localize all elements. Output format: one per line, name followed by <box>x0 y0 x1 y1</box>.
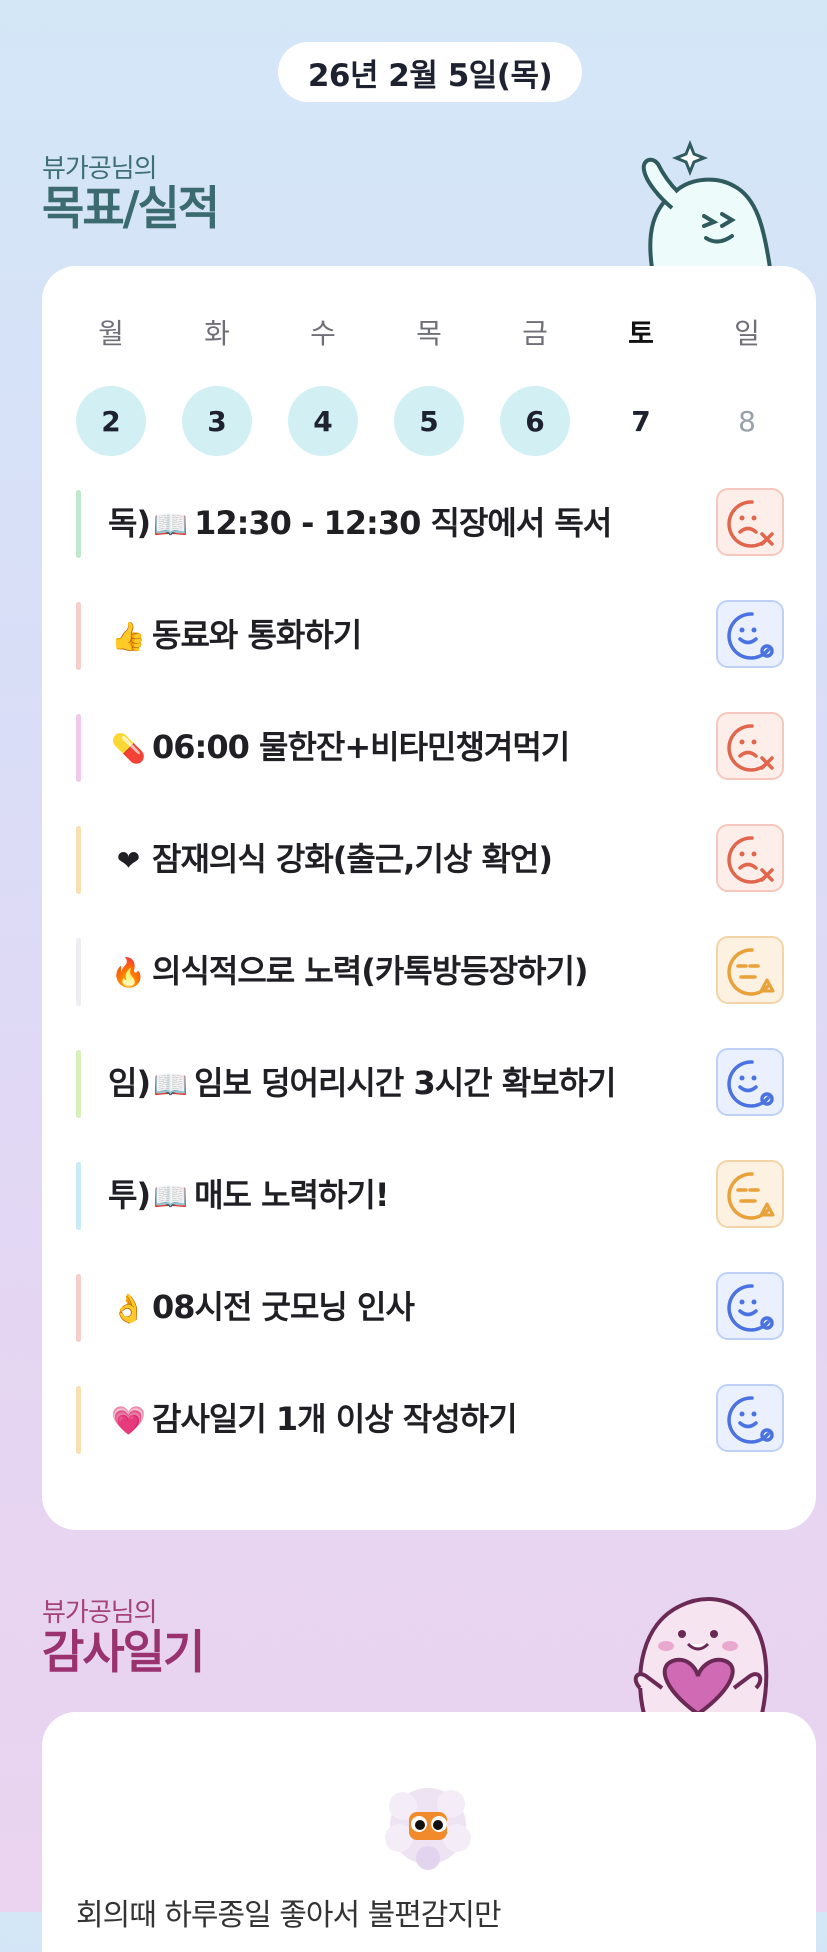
week-calendar: 월2화3수4목5금6토7일8 <box>76 312 818 456</box>
goal-color-bar <box>76 1162 81 1230</box>
goal-color-bar <box>76 1386 81 1454</box>
goal-category-prefix: 독) <box>108 504 151 542</box>
goal-emoji-icon: 👍 <box>111 620 146 653</box>
goal-text: 🔥 의식적으로 노력(카톡방등장하기) <box>108 934 588 1008</box>
ghost-mascot-icon <box>641 139 773 268</box>
heart-mascot-icon <box>633 1597 769 1714</box>
goal-label: 임보 덩어리시간 3시간 확보하기 <box>194 1064 616 1102</box>
goal-text: 👌 08시전 굿모닝 인사 <box>108 1270 415 1344</box>
goal-emoji-icon: ❤ <box>116 844 140 877</box>
goal-text: 투) 📖 매도 노력하기! <box>108 1158 389 1232</box>
goal-label: 12:30 - 12:30 직장에서 독서 <box>194 504 612 542</box>
goal-color-bar <box>76 1274 81 1342</box>
goal-item[interactable]: ❤ 잠재의식 강화(출근,기상 확언) <box>76 822 784 896</box>
goal-text: 💗 감사일기 1개 이상 작성하기 <box>108 1382 517 1456</box>
week-day-number: 3 <box>182 386 252 456</box>
week-day-name: 금 <box>522 317 548 350</box>
diary-card: 회의때 하루종일 좋아서 불편감지만 <box>42 1712 816 1952</box>
goal-color-bar <box>76 826 81 894</box>
goal-label: 감사일기 1개 이상 작성하기 <box>152 1400 518 1438</box>
goal-text: ❤ 잠재의식 강화(출근,기상 확언) <box>108 822 553 896</box>
week-day-number: 6 <box>500 386 570 456</box>
diary-section-title: 뷰가공님의 감사일기 <box>42 1592 205 1679</box>
goal-item[interactable]: 👍 동료와 통화하기 <box>76 598 784 672</box>
goal-category-prefix: 임) <box>108 1064 151 1102</box>
goal-label: 잠재의식 강화(출근,기상 확언) <box>152 840 553 878</box>
week-day-number: 7 <box>631 404 651 438</box>
week-day-number: 4 <box>288 386 358 456</box>
week-day-name: 수 <box>310 317 336 350</box>
week-day-number: 2 <box>76 386 146 456</box>
week-day-2[interactable]: 화3 <box>182 312 252 456</box>
smile-face-circle-icon[interactable] <box>716 1048 784 1116</box>
sad-face-x-icon[interactable] <box>716 824 784 892</box>
goals-title: 목표/실적 <box>42 181 220 235</box>
goal-label: 08시전 굿모닝 인사 <box>152 1288 415 1326</box>
sad-face-x-icon[interactable] <box>716 712 784 780</box>
goal-label: 동료와 통화하기 <box>152 616 362 654</box>
date-pill[interactable]: 26년 2월 5일(목) <box>278 42 582 102</box>
goal-color-bar <box>76 1050 81 1118</box>
goal-emoji-icon: 🔥 <box>111 956 146 989</box>
diary-title: 감사일기 <box>42 1625 205 1679</box>
goal-text: 💊 06:00 물한잔+비타민챙겨먹기 <box>108 710 570 784</box>
goal-emoji-icon: 💗 <box>111 1404 146 1437</box>
week-day-6[interactable]: 토7 <box>606 312 676 456</box>
neutral-face-triangle-icon[interactable] <box>716 936 784 1004</box>
goal-item[interactable]: 💗 감사일기 1개 이상 작성하기 <box>76 1382 784 1456</box>
week-day-name: 화 <box>204 317 230 350</box>
goal-color-bar <box>76 938 81 1006</box>
goal-label: 의식적으로 노력(카톡방등장하기) <box>152 952 589 990</box>
goal-emoji-icon: 📖 <box>153 1068 188 1101</box>
diary-preview-text[interactable]: 회의때 하루종일 좋아서 불편감지만 <box>76 1890 502 1934</box>
week-day-7[interactable]: 일8 <box>712 312 782 456</box>
goal-item[interactable]: 투) 📖 매도 노력하기! <box>76 1158 784 1232</box>
goal-color-bar <box>76 602 81 670</box>
goal-label: 매도 노력하기! <box>194 1176 389 1214</box>
goal-emoji-icon: 👌 <box>111 1292 146 1325</box>
week-day-1[interactable]: 월2 <box>76 312 146 456</box>
goal-item[interactable]: 🔥 의식적으로 노력(카톡방등장하기) <box>76 934 784 1008</box>
goals-card: 월2화3수4목5금6토7일8 독) 📖 12:30 - 12:30 직장에서 독서 👍… <box>42 266 816 1530</box>
smile-face-circle-icon[interactable] <box>716 1272 784 1340</box>
goal-item[interactable]: 독) 📖 12:30 - 12:30 직장에서 독서 <box>76 486 784 560</box>
goal-emoji-icon: 📖 <box>153 508 188 541</box>
goal-text: 독) 📖 12:30 - 12:30 직장에서 독서 <box>108 486 612 560</box>
week-day-name: 목 <box>416 317 442 350</box>
week-day-number: 8 <box>738 404 756 438</box>
week-day-4[interactable]: 목5 <box>394 312 464 456</box>
goal-color-bar <box>76 714 81 782</box>
diary-subtitle: 뷰가공님의 <box>42 1598 158 1628</box>
week-day-number: 5 <box>394 386 464 456</box>
goals-section-title: 뷰가공님의 목표/실적 <box>42 148 220 235</box>
goal-label: 06:00 물한잔+비타민챙겨먹기 <box>152 728 570 766</box>
goal-emoji-icon: 💊 <box>111 732 146 765</box>
fluffy-avatar-icon <box>385 1788 471 1870</box>
goal-category-prefix: 투) <box>108 1176 151 1214</box>
goal-item[interactable]: 👌 08시전 굿모닝 인사 <box>76 1270 784 1344</box>
week-day-5[interactable]: 금6 <box>500 312 570 456</box>
goal-color-bar <box>76 490 81 558</box>
week-day-name: 토 <box>628 317 654 350</box>
goal-text: 임) 📖 임보 덩어리시간 3시간 확보하기 <box>108 1046 617 1120</box>
week-day-name: 일 <box>734 317 760 350</box>
goal-item[interactable]: 임) 📖 임보 덩어리시간 3시간 확보하기 <box>76 1046 784 1120</box>
neutral-face-triangle-icon[interactable] <box>716 1160 784 1228</box>
week-day-3[interactable]: 수4 <box>288 312 358 456</box>
goal-emoji-icon: 📖 <box>153 1180 188 1213</box>
goal-item[interactable]: 💊 06:00 물한잔+비타민챙겨먹기 <box>76 710 784 784</box>
goals-subtitle: 뷰가공님의 <box>42 154 158 184</box>
smile-face-circle-icon[interactable] <box>716 1384 784 1452</box>
sad-face-x-icon[interactable] <box>716 488 784 556</box>
goal-text: 👍 동료와 통화하기 <box>108 598 362 672</box>
week-day-name: 월 <box>98 317 124 350</box>
smile-face-circle-icon[interactable] <box>716 600 784 668</box>
